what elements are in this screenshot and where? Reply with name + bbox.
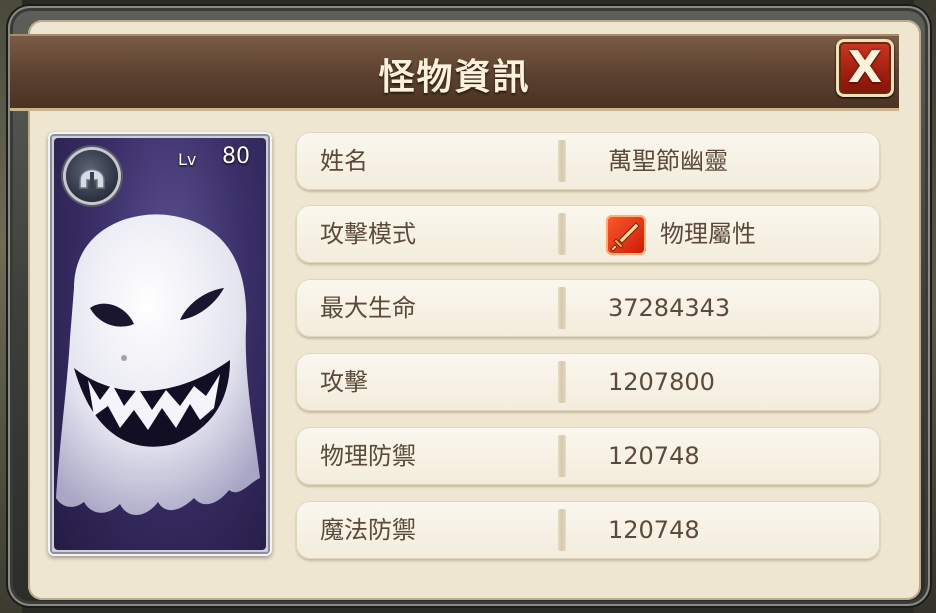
dialog-title: 怪物資訊 [378,57,531,98]
info-row-attack: 攻擊 1207800 [296,353,880,411]
info-label: 姓名 [320,147,368,175]
helmet-icon [66,150,118,202]
info-value: 物理屬性 [660,220,756,248]
row-divider [558,509,566,551]
info-row-attack-mode: 攻擊模式 物理屬性 [296,205,880,263]
info-label: 攻擊模式 [320,220,416,248]
info-value: 1207800 [608,368,715,396]
monster-portrait-frame: Lv 80 [54,138,266,550]
row-divider [558,361,566,403]
sword-icon [606,215,646,255]
info-label: 最大生命 [320,294,416,322]
level-label: Lv [178,150,197,169]
row-divider [558,213,566,255]
info-label: 攻擊 [320,368,368,396]
info-value: 萬聖節幽靈 [608,147,728,175]
info-row-physical-defense: 物理防禦 120748 [296,427,880,485]
info-row-name: 姓名 萬聖節幽靈 [296,132,880,190]
info-row-max-hp: 最大生命 37284343 [296,279,880,337]
info-value: 120748 [608,442,700,470]
monster-card: Lv 80 [48,132,272,556]
row-divider [558,287,566,329]
info-label: 魔法防禦 [320,516,416,544]
dialog-frame: 怪物資訊 X Lv 80 姓名 萬聖節幽靈 攻擊模式 物理屬性 最大生命 372… [8,6,930,606]
info-value: 37284343 [608,294,731,322]
row-divider [558,435,566,477]
title-bar: 怪物資訊 [10,34,899,111]
close-icon: X [848,42,882,93]
info-value: 120748 [608,516,700,544]
level-value: 80 [222,144,250,169]
close-button[interactable]: X [836,39,894,97]
row-divider [558,140,566,182]
info-label: 物理防禦 [320,442,416,470]
info-row-magic-defense: 魔法防禦 120748 [296,501,880,559]
